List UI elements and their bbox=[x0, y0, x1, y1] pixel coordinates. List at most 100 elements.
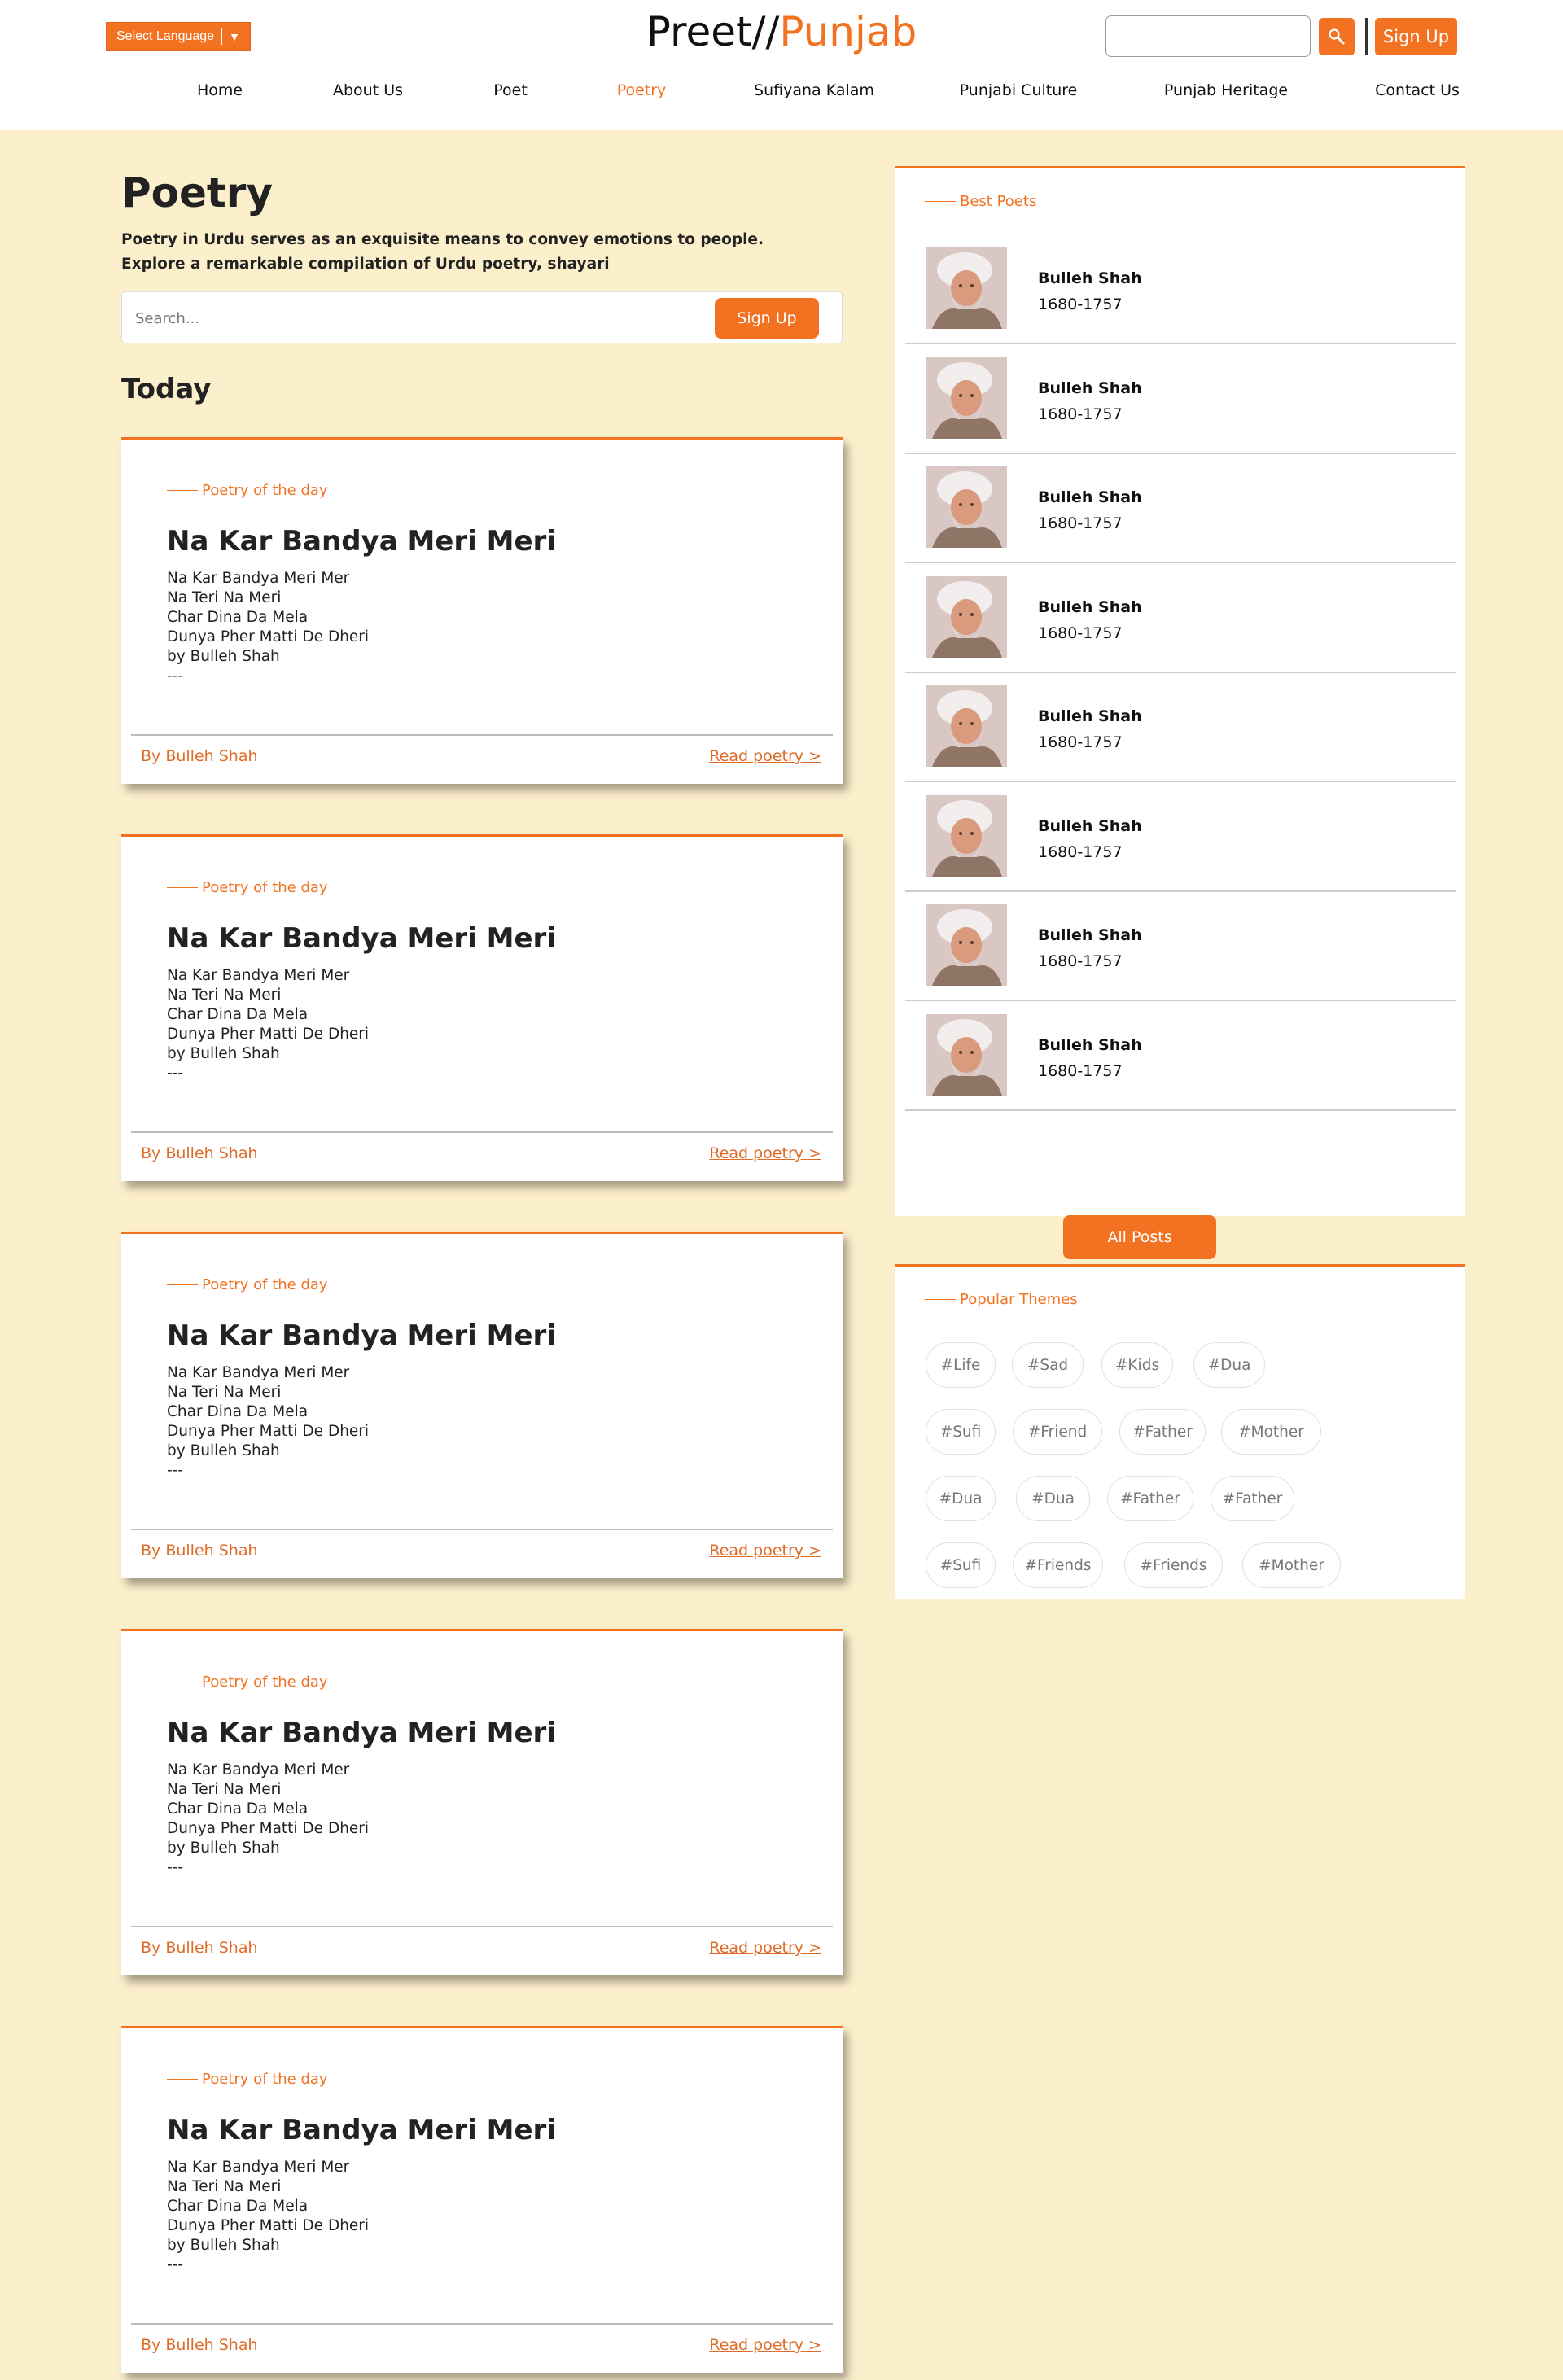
tag-line bbox=[167, 1284, 198, 1285]
poet-divider bbox=[905, 671, 1456, 673]
card-author-link[interactable]: By Bulleh Shah bbox=[141, 2336, 258, 2354]
read-poetry-link[interactable]: Read poetry > bbox=[709, 2336, 821, 2354]
card-body-line: Dunya Pher Matti De Dheri bbox=[167, 1423, 370, 1440]
card-body-line: by Bulleh Shah bbox=[167, 648, 280, 665]
card-body-line: --- bbox=[167, 1065, 184, 1082]
heading-line bbox=[925, 1299, 956, 1300]
card-body: Na Kar Bandya Meri Mer Na Teri Na Meri Cha… bbox=[167, 569, 369, 686]
poet-years: 1680-1757 bbox=[1038, 405, 1123, 423]
header-divider bbox=[1365, 18, 1368, 55]
theme-chip[interactable]: #Sad bbox=[1012, 1342, 1084, 1388]
poet-name: Bulleh Shah bbox=[1038, 926, 1142, 944]
theme-chip[interactable]: #Dua bbox=[1193, 1342, 1265, 1388]
theme-chip[interactable]: #Dua bbox=[1016, 1476, 1090, 1521]
nav-item-punjab-heritage[interactable]: Punjab Heritage bbox=[1164, 81, 1288, 99]
nav-item-about-us[interactable]: About Us bbox=[333, 81, 403, 99]
card-author-link[interactable]: By Bulleh Shah bbox=[141, 1939, 258, 1957]
poet-divider bbox=[905, 1109, 1456, 1111]
card-body-line: Na Kar Bandya Meri Mer bbox=[167, 1364, 350, 1381]
card-body: Na Kar Bandya Meri Mer Na Teri Na Meri Cha… bbox=[167, 966, 369, 1083]
card-body-line: Na Teri Na Meri bbox=[167, 589, 282, 606]
card-body-line: --- bbox=[167, 2256, 184, 2273]
nav-item-punjabi-culture[interactable]: Punjabi Culture bbox=[960, 81, 1078, 99]
nav-item-poetry[interactable]: Poetry bbox=[617, 81, 667, 99]
card-tag-label: Poetry of the day bbox=[202, 482, 328, 499]
theme-chip[interactable]: #Father bbox=[1211, 1476, 1294, 1521]
page-description: Poetry in Urdu serves as an exquisite me… bbox=[121, 231, 764, 273]
poet-divider bbox=[905, 890, 1456, 892]
theme-chip[interactable]: #Sufi bbox=[926, 1409, 996, 1455]
card-title[interactable]: Na Kar Bandya Meri Meri bbox=[167, 922, 556, 955]
theme-chip[interactable]: #Mother bbox=[1242, 1542, 1341, 1588]
card-body-line: Dunya Pher Matti De Dheri bbox=[167, 1820, 370, 1837]
theme-chip[interactable]: #Mother bbox=[1221, 1409, 1321, 1455]
header-signup-button[interactable]: Sign Up bbox=[1375, 18, 1457, 55]
header-search-button[interactable] bbox=[1319, 18, 1355, 55]
site-header: Select Language ▼ Preet//Punjab Sign Up … bbox=[0, 0, 1563, 130]
theme-chip[interactable]: #Friend bbox=[1013, 1409, 1102, 1455]
read-poetry-link[interactable]: Read poetry > bbox=[709, 1939, 821, 1957]
theme-chip[interactable]: #Life bbox=[926, 1342, 996, 1388]
poetry-search-button[interactable]: Sign Up bbox=[715, 298, 819, 339]
card-author-link[interactable]: By Bulleh Shah bbox=[141, 1144, 258, 1162]
card-tag: Poetry of the day bbox=[167, 879, 328, 896]
poet-list-item[interactable]: Bulleh Shah 1680-1757 bbox=[905, 681, 1456, 790]
theme-chip[interactable]: #Kids bbox=[1101, 1342, 1173, 1388]
card-title[interactable]: Na Kar Bandya Meri Meri bbox=[167, 1717, 556, 1749]
card-body-line: --- bbox=[167, 1462, 184, 1479]
poet-list-item[interactable]: Bulleh Shah 1680-1757 bbox=[905, 572, 1456, 681]
poet-years: 1680-1757 bbox=[1038, 952, 1123, 970]
theme-chip[interactable]: #Sufi bbox=[926, 1542, 996, 1588]
poet-avatar bbox=[926, 904, 1007, 986]
card-divider bbox=[131, 1529, 833, 1530]
nav-item-sufiyana-kalam[interactable]: Sufiyana Kalam bbox=[754, 81, 874, 99]
poet-years: 1680-1757 bbox=[1038, 623, 1123, 642]
card-body-line: Na Teri Na Meri bbox=[167, 2178, 282, 2195]
card-title[interactable]: Na Kar Bandya Meri Meri bbox=[167, 525, 556, 558]
card-author-link[interactable]: By Bulleh Shah bbox=[141, 747, 258, 765]
read-poetry-link[interactable]: Read poetry > bbox=[709, 1542, 821, 1560]
best-poets-panel: Best Poets Bulleh Shah 1680-1757 Bulleh Sh… bbox=[895, 166, 1465, 1259]
poet-list-item[interactable]: Bulleh Shah 1680-1757 bbox=[905, 900, 1456, 1009]
poetry-card: Poetry of the day Na Kar Bandya Meri Meri… bbox=[121, 1232, 843, 1578]
poet-list-item[interactable]: Bulleh Shah 1680-1757 bbox=[905, 791, 1456, 900]
card-author-link[interactable]: By Bulleh Shah bbox=[141, 1542, 258, 1560]
poet-avatar bbox=[926, 247, 1007, 329]
header-search-input[interactable] bbox=[1105, 15, 1311, 57]
poet-name: Bulleh Shah bbox=[1038, 378, 1142, 397]
poet-name: Bulleh Shah bbox=[1038, 816, 1142, 835]
theme-chip[interactable]: #Dua bbox=[926, 1476, 996, 1521]
card-title[interactable]: Na Kar Bandya Meri Meri bbox=[167, 1319, 556, 1352]
best-poets-heading: Best Poets bbox=[925, 193, 1036, 210]
poet-years: 1680-1757 bbox=[1038, 842, 1123, 861]
card-tag: Poetry of the day bbox=[167, 2071, 328, 2088]
poet-divider bbox=[905, 562, 1456, 563]
search-icon bbox=[1329, 28, 1345, 45]
poetry-search-input[interactable] bbox=[135, 305, 656, 331]
read-poetry-link[interactable]: Read poetry > bbox=[709, 747, 821, 765]
nav-item-contact-us[interactable]: Contact Us bbox=[1375, 81, 1460, 99]
section-title-today: Today bbox=[121, 373, 212, 405]
card-body-line: Dunya Pher Matti De Dheri bbox=[167, 2217, 370, 2234]
card-body-line: Dunya Pher Matti De Dheri bbox=[167, 1026, 370, 1043]
nav-item-home[interactable]: Home bbox=[197, 81, 243, 99]
poet-years: 1680-1757 bbox=[1038, 514, 1123, 532]
poet-list-item[interactable]: Bulleh Shah 1680-1757 bbox=[905, 462, 1456, 571]
poet-list-item[interactable]: Bulleh Shah 1680-1757 bbox=[905, 353, 1456, 462]
card-title[interactable]: Na Kar Bandya Meri Meri bbox=[167, 2114, 556, 2146]
all-posts-button[interactable]: All Posts bbox=[1063, 1215, 1216, 1259]
card-tag: Poetry of the day bbox=[167, 482, 328, 499]
logo-accent: Punjab bbox=[779, 8, 917, 55]
theme-chip[interactable]: #Father bbox=[1119, 1409, 1206, 1455]
theme-chip[interactable]: #Father bbox=[1107, 1476, 1193, 1521]
poet-list-item[interactable]: Bulleh Shah 1680-1757 bbox=[905, 1010, 1456, 1119]
theme-chip[interactable]: #Friends bbox=[1013, 1542, 1103, 1588]
read-poetry-link[interactable]: Read poetry > bbox=[709, 1144, 821, 1162]
poet-years: 1680-1757 bbox=[1038, 1061, 1123, 1080]
page-title: Poetry bbox=[121, 169, 274, 217]
popular-themes-title: Popular Themes bbox=[960, 1291, 1078, 1308]
nav-item-poet[interactable]: Poet bbox=[493, 81, 528, 99]
poet-divider bbox=[905, 343, 1456, 344]
poet-list-item[interactable]: Bulleh Shah 1680-1757 bbox=[905, 243, 1456, 352]
theme-chip[interactable]: #Friends bbox=[1124, 1542, 1223, 1588]
